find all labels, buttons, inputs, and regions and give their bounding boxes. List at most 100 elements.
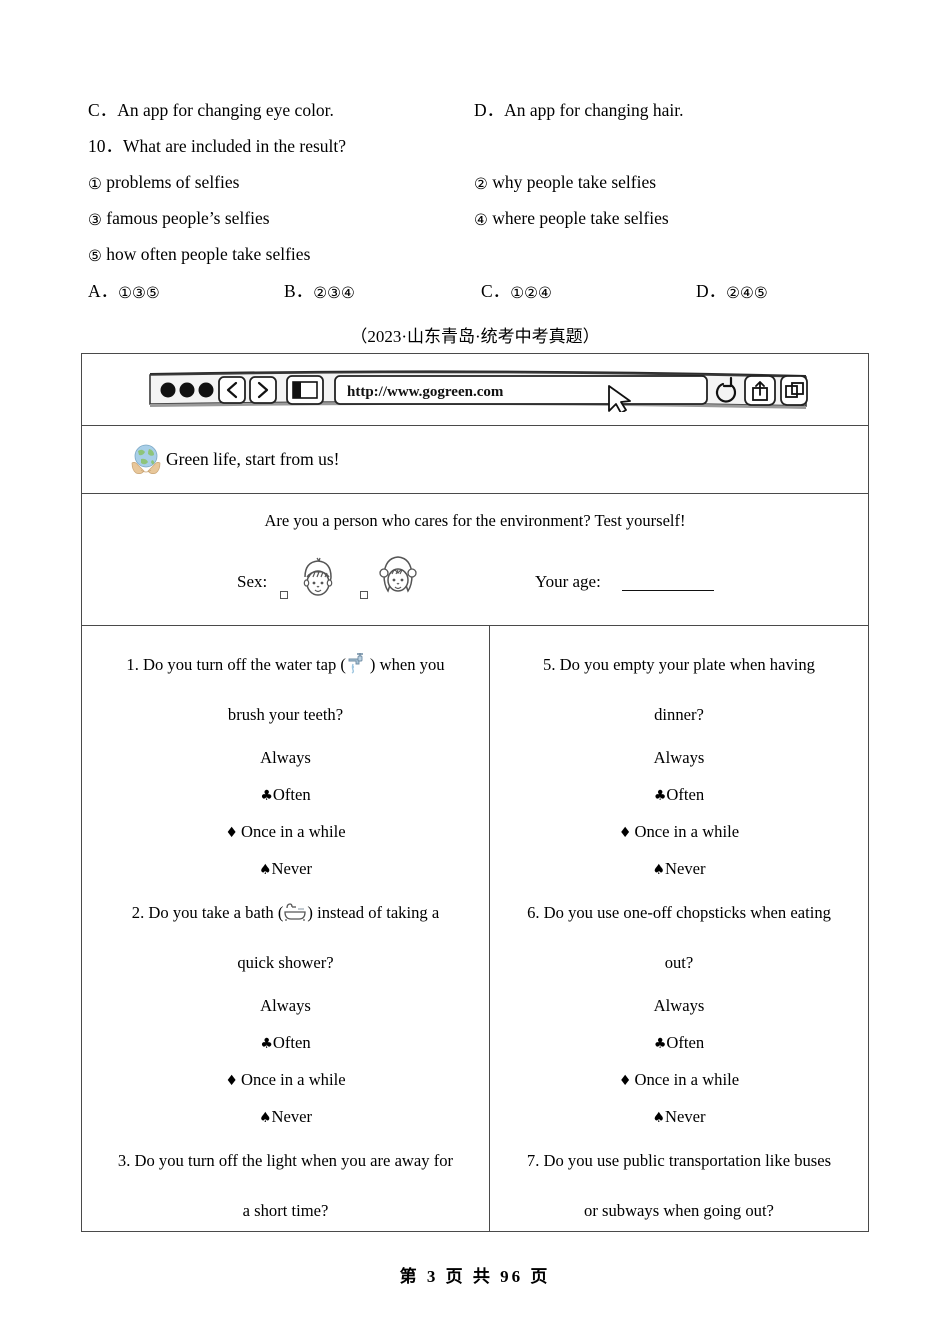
result-item-1: ① problems of selfies xyxy=(88,164,239,200)
water-tap-svg xyxy=(348,653,363,674)
age-input-blank[interactable] xyxy=(622,590,714,591)
back-button-box xyxy=(218,376,246,404)
questions-column-right: 5. Do you empty your plate when having d… xyxy=(490,626,868,1231)
answer-d-value: ②④⑤ xyxy=(726,284,768,302)
result-items-row-2: ③ famous people’s selfies ④ where people… xyxy=(88,200,868,236)
question-2-label-never: Never xyxy=(271,1107,313,1126)
question-1-line-1: 1. Do you turn off the water tap ( ) when… xyxy=(96,640,475,690)
option-c-text: An app for changing eye color. xyxy=(117,100,334,120)
bathtub-icon xyxy=(283,894,307,921)
circled-number-2: ② xyxy=(474,175,488,193)
result-items-row-1: ① problems of selfies ② why people take … xyxy=(88,164,868,200)
result-item-5: ⑤ how often people take selfies xyxy=(88,236,310,272)
result-item-1-text: problems of selfies xyxy=(106,172,240,192)
multiple-choice-block: C．An app for changing eye color. D．An ap… xyxy=(88,92,868,310)
sex-and-age-row: Sex: Your age: xyxy=(82,550,868,616)
question-2-text-before: 2. Do you take a bath ( xyxy=(131,903,284,922)
circled-number-4: ④ xyxy=(474,211,488,229)
question-5-option-once[interactable]: ♦ Once in a while xyxy=(502,814,856,851)
question-2-suit-once: ♦ xyxy=(225,1073,238,1089)
question-1-label-always: Always xyxy=(260,748,311,767)
answer-a-value: ①③⑤ xyxy=(118,284,160,302)
sex-label: Sex: xyxy=(237,572,268,591)
boy-face-svg xyxy=(303,557,333,596)
question-item-5: 5. Do you empty your plate when having d… xyxy=(502,640,856,888)
question-7-line-1: 7. Do you use public transportation like… xyxy=(526,1151,832,1170)
question-1-option-once[interactable]: ♦ Once in a while xyxy=(96,814,475,851)
bathtub-svg xyxy=(284,903,307,921)
question-5-option-often[interactable]: ♣Often xyxy=(502,777,856,814)
question-6-option-once[interactable]: ♦ Once in a while xyxy=(502,1062,856,1099)
question-2-label-often: Often xyxy=(272,1033,311,1052)
questions-column-left: 1. Do you turn off the water tap ( ) when… xyxy=(82,626,490,1231)
answer-a-letter: A． xyxy=(88,281,119,301)
forward-button-box xyxy=(249,376,277,404)
question-2-option-often[interactable]: ♣Often xyxy=(96,1025,475,1062)
site-banner-row: Green life, start from us! xyxy=(82,426,868,494)
traffic-dot-3 xyxy=(198,382,214,398)
question-1-suit-once: ♦ xyxy=(225,825,238,841)
question-item-2: 2. Do you take a bath () instead of taki… xyxy=(96,888,475,1136)
result-item-5-text: how often people take selfies xyxy=(106,244,311,264)
page-footer: 第 3 页 共 96 页 xyxy=(399,1267,551,1286)
question-1-text-after: ) when you xyxy=(369,655,445,674)
sex-checkbox-female[interactable] xyxy=(360,591,368,599)
question-6-label-always: Always xyxy=(653,996,705,1015)
question-2-option-always[interactable]: Always xyxy=(96,988,475,1025)
question-1-label-once: Once in a while xyxy=(240,822,346,841)
boy-face-icon xyxy=(294,555,342,603)
question-2-suit-often: ♣ xyxy=(260,1036,273,1052)
question-5-label-always: Always xyxy=(653,748,705,767)
answer-choice-b[interactable]: B．②③④ xyxy=(284,272,355,310)
result-item-2: ② why people take selfies xyxy=(474,164,656,200)
question-7-line-2: or subways when going out? xyxy=(584,1201,774,1220)
question-10-stem: 10．What are included in the result? xyxy=(88,128,346,164)
survey-header-row: Are you a person who cares for the envir… xyxy=(82,494,868,626)
option-d-prev[interactable]: D．An app for changing hair. xyxy=(474,92,683,128)
question-1-option-often[interactable]: ♣Often xyxy=(96,777,475,814)
question-5-option-never[interactable]: ♠Never xyxy=(502,851,856,888)
question-6-label-once: Once in a while xyxy=(634,1070,740,1089)
option-c-letter: C． xyxy=(88,100,118,120)
browser-toolbar[interactable]: http://www.gogreen.com xyxy=(147,364,809,414)
answer-c-letter: C． xyxy=(481,281,511,301)
source-attribution: （2023·山东青岛·统考中考真题） xyxy=(350,327,600,346)
option-c-prev[interactable]: C．An app for changing eye color. xyxy=(88,92,334,128)
answer-c-value: ①②④ xyxy=(510,284,552,302)
browser-chrome-row: http://www.gogreen.com xyxy=(82,354,868,426)
webpage-mockup-table: http://www.gogreen.com Green life, start… xyxy=(81,353,869,1232)
question-6-option-never[interactable]: ♠Never xyxy=(502,1099,856,1136)
option-d-text: An app for changing hair. xyxy=(504,100,684,120)
site-banner: Green life, start from us! xyxy=(127,426,339,494)
circled-number-3: ③ xyxy=(88,211,102,229)
answer-choice-c[interactable]: C．①②④ xyxy=(481,272,552,310)
question-5-option-always[interactable]: Always xyxy=(502,740,856,777)
question-2-option-never[interactable]: ♠Never xyxy=(96,1099,475,1136)
survey-intro-title: Are you a person who cares for the envir… xyxy=(264,511,686,530)
circled-number-1: ① xyxy=(88,175,102,193)
answer-choice-a[interactable]: A．①③⑤ xyxy=(88,272,160,310)
answer-choice-d[interactable]: D．②④⑤ xyxy=(696,272,768,310)
question-2-option-once[interactable]: ♦ Once in a while xyxy=(96,1062,475,1099)
question-6-option-often[interactable]: ♣Often xyxy=(502,1025,856,1062)
question-10-number: 10． xyxy=(88,136,123,156)
question-1-option-always[interactable]: Always xyxy=(96,740,475,777)
question-6-option-always[interactable]: Always xyxy=(502,988,856,1025)
result-item-4: ④ where people take selfies xyxy=(474,200,669,236)
address-bar-url-text: http://www.gogreen.com xyxy=(347,384,504,400)
girl-face-svg xyxy=(379,556,417,593)
answer-choices-row: A．①③⑤ B．②③④ C．①②④ D．②④⑤ xyxy=(88,272,868,310)
question-6-label-never: Never xyxy=(665,1107,706,1126)
question-1-text-before: 1. Do you turn off the water tap ( xyxy=(126,655,346,674)
question-5-suit-often: ♣ xyxy=(653,788,667,804)
sex-checkbox-male[interactable] xyxy=(280,591,288,599)
question-6-suit-once: ♦ xyxy=(618,1073,632,1089)
traffic-dot-1 xyxy=(160,382,176,398)
answer-b-value: ②③④ xyxy=(313,284,355,302)
question-1-suit-often: ♣ xyxy=(260,788,273,804)
question-1-option-never[interactable]: ♠Never xyxy=(96,851,475,888)
question-3-line-2: a short time? xyxy=(242,1201,329,1220)
question-5-suit-once: ♦ xyxy=(618,825,632,841)
question-1-label-often: Often xyxy=(272,785,311,804)
circled-number-5: ⑤ xyxy=(88,247,102,265)
